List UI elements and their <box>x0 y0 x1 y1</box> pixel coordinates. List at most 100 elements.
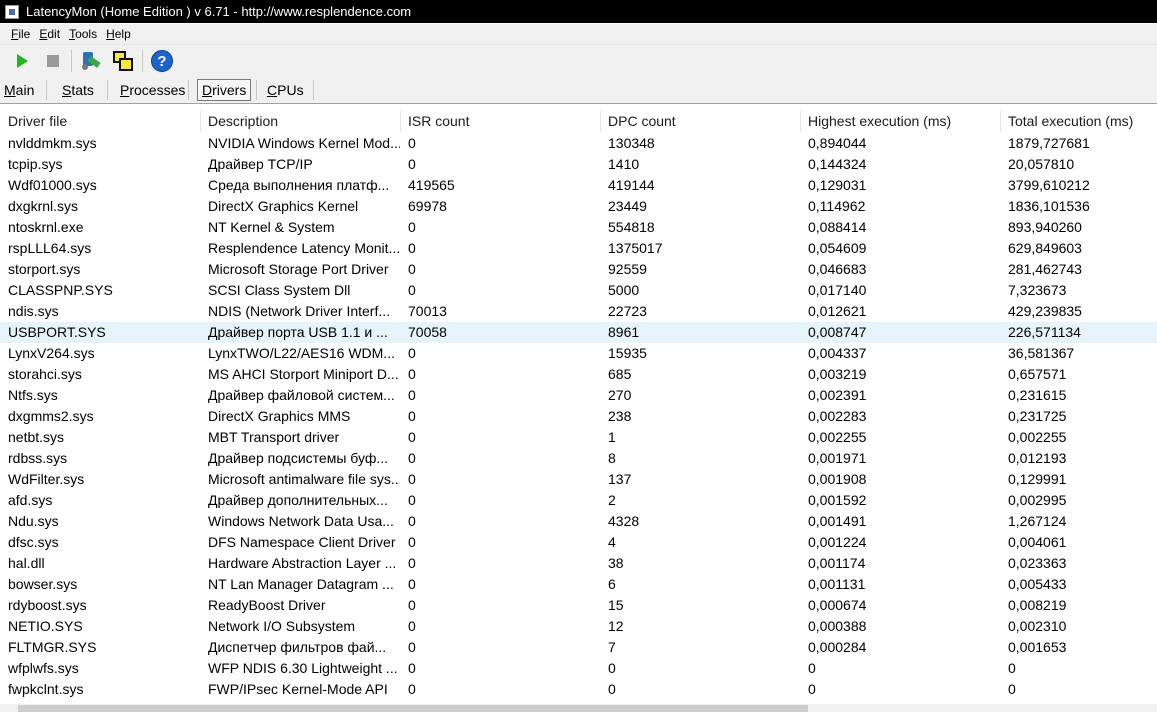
help-button[interactable]: ? <box>150 49 174 73</box>
table-row[interactable]: Ntfs.sys Драйвер файловой систем... 0 270 0,… <box>0 385 1157 406</box>
column-header-driver-file[interactable]: Driver file <box>0 110 200 132</box>
driver-file-cell: USBPORT.SYS <box>8 324 106 340</box>
highest-execution-cell: 0,054609 <box>808 240 867 256</box>
total-execution-cell: 429,239835 <box>1008 303 1082 319</box>
total-execution-cell: 0,008219 <box>1008 597 1067 613</box>
table-row[interactable]: dxgmms2.sys DirectX Graphics MMS 0 238 0,002… <box>0 406 1157 427</box>
total-execution-cell: 0 <box>1008 681 1016 697</box>
table-row[interactable]: NETIO.SYS Network I/O Subsystem 0 12 0,00038… <box>0 616 1157 637</box>
table-row[interactable]: bowser.sys NT Lan Manager Datagram ... 0 6 0… <box>0 574 1157 595</box>
table-row[interactable]: nvlddmkm.sys NVIDIA Windows Kernel Mod...… <box>0 133 1157 154</box>
description-cell: Windows Network Data Usa... <box>208 513 394 529</box>
tab-separator <box>313 80 314 100</box>
table-row[interactable]: dfsc.sys DFS Namespace Client Driver 0 4 0,0… <box>0 532 1157 553</box>
table-row[interactable]: ndis.sys NDIS (Network Driver Interf... 70… <box>0 301 1157 322</box>
stop-button[interactable] <box>41 49 65 73</box>
total-execution-cell: 1879,727681 <box>1008 135 1090 151</box>
table-row[interactable]: afd.sys Драйвер дополнительных... 0 2 0,0015… <box>0 490 1157 511</box>
table-row[interactable]: storport.sys Microsoft Storage Port Drive… <box>0 259 1157 280</box>
scrollbar-thumb[interactable] <box>18 705 808 712</box>
table-row[interactable]: tcpip.sys Драйвер TCP/IP 0 1410 0,144324 20,0… <box>0 154 1157 175</box>
dpc-count-cell: 8 <box>608 450 616 466</box>
menu-edit[interactable]: Edit <box>39 27 60 41</box>
dpc-count-cell: 15 <box>608 597 624 613</box>
driver-file-cell: CLASSPNP.SYS <box>8 282 113 298</box>
driver-file-cell: netbt.sys <box>8 429 65 445</box>
isr-count-cell: 0 <box>408 639 416 655</box>
tab-main[interactable]: Main <box>4 79 34 101</box>
description-cell: DirectX Graphics MMS <box>208 408 351 424</box>
table-row[interactable]: hal.dll Hardware Abstraction Layer ... 0 38… <box>0 553 1157 574</box>
highest-execution-cell: 0,001592 <box>808 492 867 508</box>
table-row[interactable]: Ndu.sys Windows Network Data Usa... 0 4328 0… <box>0 511 1157 532</box>
table-row[interactable]: FLTMGR.SYS Диспетчер фильтров фай... 0 7 0,0… <box>0 637 1157 658</box>
table-row[interactable]: USBPORT.SYS Драйвер порта USB 1.1 и ... 70… <box>0 322 1157 343</box>
app-icon[interactable] <box>5 4 19 19</box>
start-button[interactable] <box>9 49 33 73</box>
table-row[interactable]: netbt.sys MBT Transport driver 0 1 0,002255 0… <box>0 427 1157 448</box>
highest-execution-cell: 0,001224 <box>808 534 867 550</box>
column-header-isr-count[interactable]: ISR count <box>400 110 600 132</box>
highest-execution-cell: 0,002255 <box>808 429 867 445</box>
description-cell: Драйвер TCP/IP <box>208 156 313 172</box>
tab-processes[interactable]: Processes <box>120 79 185 101</box>
play-icon <box>17 54 28 68</box>
description-cell: ReadyBoost Driver <box>208 597 326 613</box>
table-row[interactable]: CLASSPNP.SYS SCSI Class System Dll 0 5000 0,… <box>0 280 1157 301</box>
menu-tools[interactable]: Tools <box>69 27 97 41</box>
description-cell: MBT Transport driver <box>208 429 340 445</box>
driver-file-cell: dxgkrnl.sys <box>8 198 79 214</box>
dpc-count-cell: 137 <box>608 471 632 487</box>
total-execution-cell: 629,849603 <box>1008 240 1082 256</box>
table-row[interactable]: rdyboost.sys ReadyBoost Driver 0 15 0,000674… <box>0 595 1157 616</box>
table-row[interactable]: Wdf01000.sys Среда выполнения платф... 419… <box>0 175 1157 196</box>
tools-icon <box>81 51 101 71</box>
isr-count-cell: 0 <box>408 282 416 298</box>
table-row[interactable]: ntoskrnl.exe NT Kernel & System 0 554818 0,0… <box>0 217 1157 238</box>
driver-file-cell: FLTMGR.SYS <box>8 639 97 655</box>
tab-stats[interactable]: Stats <box>62 79 94 101</box>
table-row[interactable]: rdbss.sys Драйвер подсистемы буф... 0 8 0,00… <box>0 448 1157 469</box>
menu-file[interactable]: File <box>11 27 30 41</box>
dpc-count-cell: 0 <box>608 681 616 697</box>
dpc-count-cell: 1410 <box>608 156 640 172</box>
column-header-dpc-count[interactable]: DPC count <box>600 110 800 132</box>
driver-file-cell: ntoskrnl.exe <box>8 219 84 235</box>
isr-count-cell: 0 <box>408 408 416 424</box>
table-row[interactable]: WdFilter.sys Microsoft antimalware file s… <box>0 469 1157 490</box>
dpc-count-cell: 554818 <box>608 219 655 235</box>
column-header-highest-execution[interactable]: Highest execution (ms) <box>800 110 1000 132</box>
isr-count-cell: 0 <box>408 576 416 592</box>
windows-button[interactable] <box>111 49 135 73</box>
tab-cpus[interactable]: CPUs <box>267 79 304 101</box>
description-cell: NVIDIA Windows Kernel Mod... <box>208 135 400 151</box>
dpc-count-cell: 238 <box>608 408 632 424</box>
tab-separator <box>107 80 108 100</box>
column-header-description[interactable]: Description <box>200 110 400 132</box>
highest-execution-cell: 0 <box>808 681 816 697</box>
driver-file-cell: wfplwfs.sys <box>8 660 79 676</box>
horizontal-scrollbar[interactable] <box>0 704 1157 712</box>
dpc-count-cell: 15935 <box>608 345 647 361</box>
total-execution-cell: 7,323673 <box>1008 282 1067 298</box>
toolbar-separator <box>71 50 72 72</box>
tools-button[interactable] <box>79 49 103 73</box>
tab-drivers[interactable]: Drivers <box>197 79 252 101</box>
table-row[interactable]: rspLLL64.sys Resplendence Latency Monit..… <box>0 238 1157 259</box>
table-row[interactable]: fwpkclnt.sys FWP/IPsec Kernel-Mode API 0 0 0… <box>0 679 1157 700</box>
toolbar: ? <box>0 44 1157 76</box>
isr-count-cell: 69978 <box>408 198 447 214</box>
table-row[interactable]: dxgkrnl.sys DirectX Graphics Kernel 69978 2… <box>0 196 1157 217</box>
table-row[interactable]: wfplwfs.sys WFP NDIS 6.30 Lightweight ...… <box>0 658 1157 679</box>
column-header-total-execution[interactable]: Total execution (ms) <box>1000 110 1157 132</box>
highest-execution-cell: 0 <box>808 660 816 676</box>
driver-file-cell: bowser.sys <box>8 576 78 592</box>
table-row[interactable]: storahci.sys MS AHCI Storport Miniport D.… <box>0 364 1157 385</box>
table-row[interactable]: LynxV264.sys LynxTWO/L22/AES16 WDM... 0 159… <box>0 343 1157 364</box>
description-cell: NDIS (Network Driver Interf... <box>208 303 391 319</box>
isr-count-cell: 70058 <box>408 324 447 340</box>
isr-count-cell: 0 <box>408 450 416 466</box>
toolbar-separator <box>142 50 143 72</box>
menu-help[interactable]: Help <box>106 27 131 41</box>
tab-bar: Main Stats Processes Drivers CPUs <box>0 76 1157 104</box>
